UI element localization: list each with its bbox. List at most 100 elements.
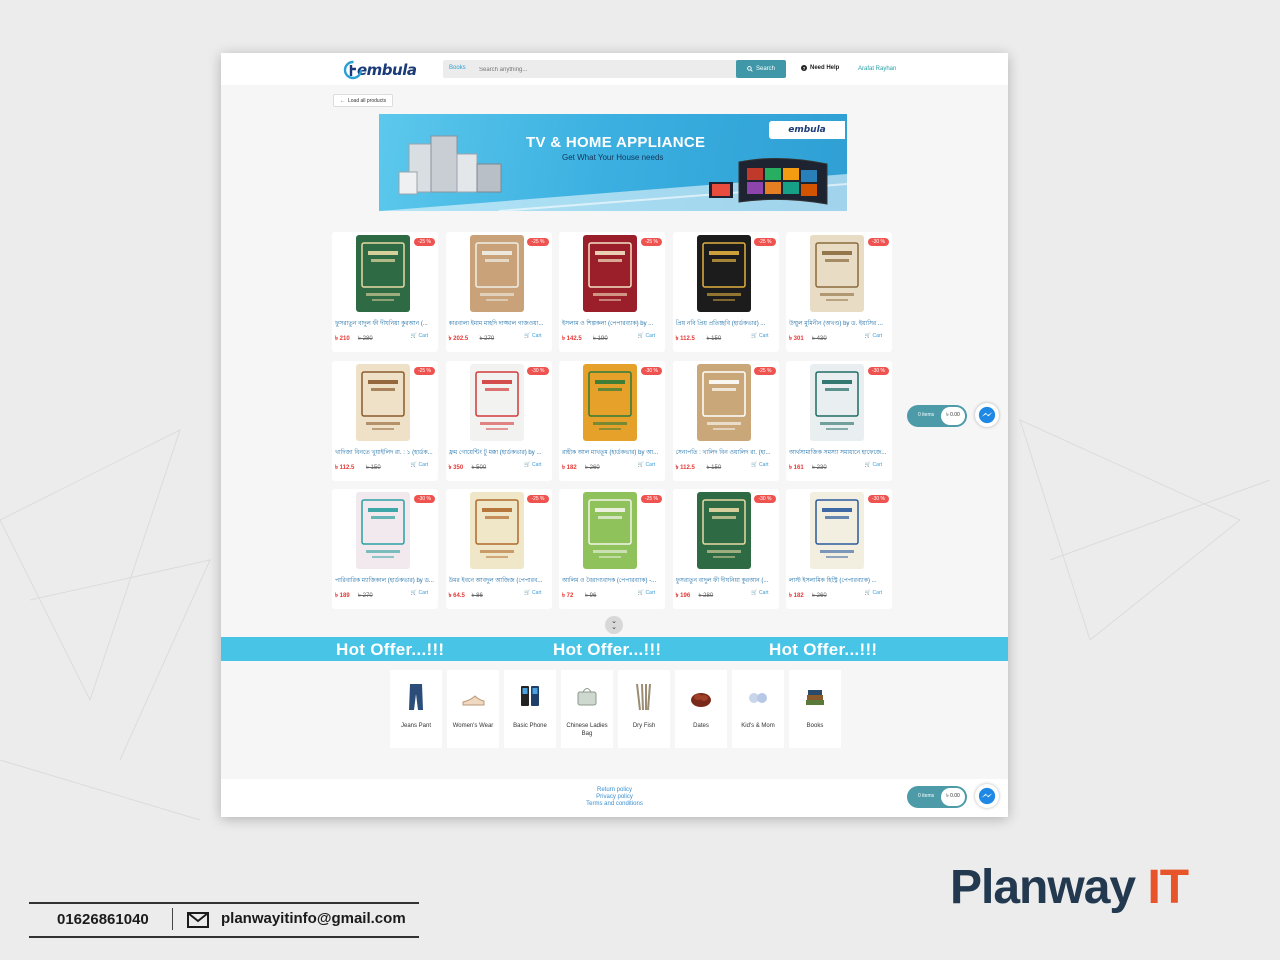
product-title[interactable]: কারবালা ইমাম মাহদি দাজ্জাল গাজওয়া...	[449, 318, 549, 329]
book-cover-image[interactable]	[356, 363, 410, 441]
need-help-link[interactable]: ? Need Help	[801, 65, 839, 71]
product-title[interactable]: লাস্ট ইসলামিক হিস্ট্রি (পেপারব্যাক) ...	[789, 575, 889, 586]
product-card[interactable]: -30 % আর্থসামাজিক সমস্যা সমাধানে হাফেজে..…	[786, 360, 892, 481]
site-footer: Return policy Privacy policy Terms and c…	[221, 779, 1008, 817]
product-title[interactable]: ফুসরাতুন বাদুল ফী দীঘনিয়া কুরআন (...	[676, 575, 776, 586]
load-all-products-button[interactable]: ← Load all products	[333, 94, 394, 107]
add-to-cart-button[interactable]: 🛒 Cart	[411, 333, 428, 339]
add-to-cart-button[interactable]: 🛒 Cart	[524, 333, 541, 339]
mini-cart-widget[interactable]: 0 items ৳ 0.00	[907, 405, 967, 427]
product-title[interactable]: সেনাপতি : খালিদ বিন ওয়ালিদ রা. (হা...	[676, 447, 776, 458]
book-cover-image[interactable]	[583, 363, 637, 441]
add-to-cart-button[interactable]: 🛒 Cart	[638, 462, 655, 468]
search-category-select[interactable]: Books	[449, 65, 466, 71]
add-to-cart-button[interactable]: 🛒 Cart	[638, 590, 655, 596]
old-price: ৳ 260	[812, 593, 827, 599]
product-card[interactable]: -30 % উম্মুল মুমিনীন (অখণ্ড) by ড. ইয়াসি…	[786, 232, 892, 352]
mini-cart-total: ৳ 0.00	[941, 407, 965, 425]
product-card[interactable]: -25 % উমর ইবনে আবদুল আজিজ (পেপারব... ৳ 64.…	[445, 489, 552, 609]
book-cover-image[interactable]	[583, 492, 637, 569]
product-price: ৳ 350	[448, 464, 464, 471]
book-cover-image[interactable]	[810, 363, 864, 441]
product-card[interactable]: -25 % সেনাপতি : খালিদ বিন ওয়ালিদ রা. (হা…	[672, 360, 779, 481]
cart-icon: 🛒	[637, 461, 645, 468]
product-card[interactable]: -25 % ইসলাম ও শিল্পকলা (পেপারব্যাক) by ..…	[559, 232, 665, 352]
book-cover-image[interactable]	[810, 235, 864, 312]
category-tile[interactable]: Basic Phone	[504, 670, 556, 748]
return-policy-link[interactable]: Return policy	[221, 787, 1008, 794]
book-cover-image[interactable]	[696, 492, 751, 569]
search-input[interactable]	[477, 63, 701, 77]
product-title[interactable]: উমর ইবনে আবদুল আজিজ (পেপারব...	[449, 575, 549, 586]
product-card[interactable]: -25 % প্রিয় নবি প্রিয় প্রতিচ্ছবি (হার্ড…	[672, 232, 779, 352]
product-title[interactable]: উম্মুল মুমিনীন (অখণ্ড) by ড. ইয়াসির ...	[789, 318, 889, 329]
category-tile[interactable]: Chinese Ladies Bag	[561, 670, 613, 748]
book-cover-image[interactable]	[356, 235, 410, 312]
cart-icon: 🛒	[524, 333, 531, 339]
discount-badge: -25 %	[640, 238, 662, 246]
messenger-button[interactable]	[975, 403, 999, 427]
category-tile[interactable]: Dry Fish	[618, 670, 670, 748]
messenger-button[interactable]	[975, 784, 999, 808]
add-to-cart-button[interactable]: 🛒 Cart	[411, 462, 428, 468]
add-to-cart-button[interactable]: 🛒 Cart	[411, 590, 428, 596]
add-to-cart-button[interactable]: 🛒 Cart	[638, 333, 655, 339]
category-label: Women's Wear	[452, 723, 494, 729]
add-to-cart-button[interactable]: 🛒 Cart	[751, 462, 768, 468]
book-cover-image[interactable]	[356, 492, 410, 569]
search-bar: Books	[443, 60, 761, 78]
book-cover-image[interactable]	[810, 492, 864, 569]
book-cover-image[interactable]	[469, 363, 524, 441]
add-to-cart-button[interactable]: 🛒 Cart	[865, 462, 882, 468]
book-cover-image[interactable]	[696, 363, 751, 441]
cart-icon: 🛒	[751, 590, 758, 596]
product-card[interactable]: -25 % কারবালা ইমাম মাহদি দাজ্জাল গাজওয়া.…	[445, 232, 552, 352]
add-to-cart-button[interactable]: 🛒 Cart	[524, 462, 541, 468]
product-card[interactable]: -25 % আলিম ও বৈরাগ্যবাদক (পেপারব্যাক) -..…	[559, 489, 665, 609]
product-title[interactable]: খাদিজা বিনতে খুয়াইলিদ রা. : ১ (হার্ডক..…	[335, 447, 435, 458]
logo-text: embula	[357, 61, 417, 79]
product-title[interactable]: ফুসরাতুন বাদুল ফী দীঘনিয়া কুরআন (...	[335, 318, 435, 329]
privacy-policy-link[interactable]: Privacy policy	[221, 794, 1008, 801]
product-title[interactable]: প্রিয় নবি প্রিয় প্রতিচ্ছবি (হার্ডকভার)…	[676, 318, 776, 329]
product-title[interactable]: রাহীক আল মাখতূম (হার্ডকভার) by আ...	[562, 447, 662, 458]
category-tile[interactable]: Kid's & Mom	[732, 670, 784, 748]
product-card[interactable]: -30 % পারিবারিক ম্যাজিকাল (হার্ডকভার) by …	[332, 489, 438, 609]
product-card[interactable]: -30 % ফ্রম গোয়েন্টিং টু মক্কা (হার্ডকভার…	[445, 360, 552, 481]
add-to-cart-button[interactable]: 🛒 Cart	[865, 590, 882, 596]
product-card[interactable]: -30 % লাস্ট ইসলামিক হিস্ট্রি (পেপারব্যাক)…	[786, 489, 892, 609]
terms-link[interactable]: Terms and conditions	[221, 801, 1008, 808]
book-cover-image[interactable]	[696, 235, 751, 312]
book-cover-image[interactable]	[583, 235, 637, 312]
add-to-cart-button[interactable]: 🛒 Cart	[751, 333, 768, 339]
search-button[interactable]: Search	[736, 60, 786, 78]
user-account-link[interactable]: Arafat Rayhan	[858, 66, 896, 72]
site-logo[interactable]: embula	[343, 59, 417, 81]
load-more-button[interactable]: ⌄ ⌄	[605, 616, 623, 634]
add-to-cart-button[interactable]: 🛒 Cart	[865, 333, 882, 339]
contact-phone: 01626861040	[57, 911, 149, 928]
footer-links: Return policy Privacy policy Terms and c…	[221, 787, 1008, 808]
category-tile[interactable]: Jeans Pant	[390, 670, 442, 748]
category-tile[interactable]: Women's Wear	[447, 670, 499, 748]
category-tile[interactable]: Books	[789, 670, 841, 748]
book-cover-image[interactable]	[469, 492, 524, 569]
product-title[interactable]: আলিম ও বৈরাগ্যবাদক (পেপারব্যাক) -...	[562, 575, 662, 586]
appliances-icon	[398, 135, 502, 195]
product-title[interactable]: পারিবারিক ম্যাজিকাল (হার্ডকভার) by ড...	[335, 575, 435, 586]
product-card[interactable]: -30 % রাহীক আল মাখতূম (হার্ডকভার) by আ...…	[559, 360, 665, 481]
product-title[interactable]: ফ্রম গোয়েন্টিং টু মক্কা (হার্ডকভার) by …	[449, 447, 549, 458]
mini-cart-widget[interactable]: 0 items ৳ 0.00	[907, 786, 967, 808]
product-title[interactable]: আর্থসামাজিক সমস্যা সমাধানে হাফেজে...	[789, 447, 889, 458]
product-price: ৳ 64.5	[448, 593, 465, 599]
add-to-cart-button[interactable]: 🛒 Cart	[524, 590, 541, 596]
product-card[interactable]: -25 % খাদিজা বিনতে খুয়াইলিদ রা. : ১ (হার…	[332, 360, 438, 481]
brand-suffix: IT	[1147, 861, 1189, 914]
book-cover-image[interactable]	[469, 235, 524, 312]
promo-banner[interactable]: TV & HOME APPLIANCE Get What Your House …	[379, 114, 847, 211]
category-tile[interactable]: Dates	[675, 670, 727, 748]
product-card[interactable]: -30 % ফুসরাতুন বাদুল ফী দীঘনিয়া কুরআন (.…	[672, 489, 779, 609]
product-card[interactable]: -25 % ফুসরাতুন বাদুল ফী দীঘনিয়া কুরআন (.…	[332, 232, 438, 352]
product-title[interactable]: ইসলাম ও শিল্পকলা (পেপারব্যাক) by ...	[562, 318, 662, 329]
add-to-cart-button[interactable]: 🛒 Cart	[751, 590, 768, 596]
